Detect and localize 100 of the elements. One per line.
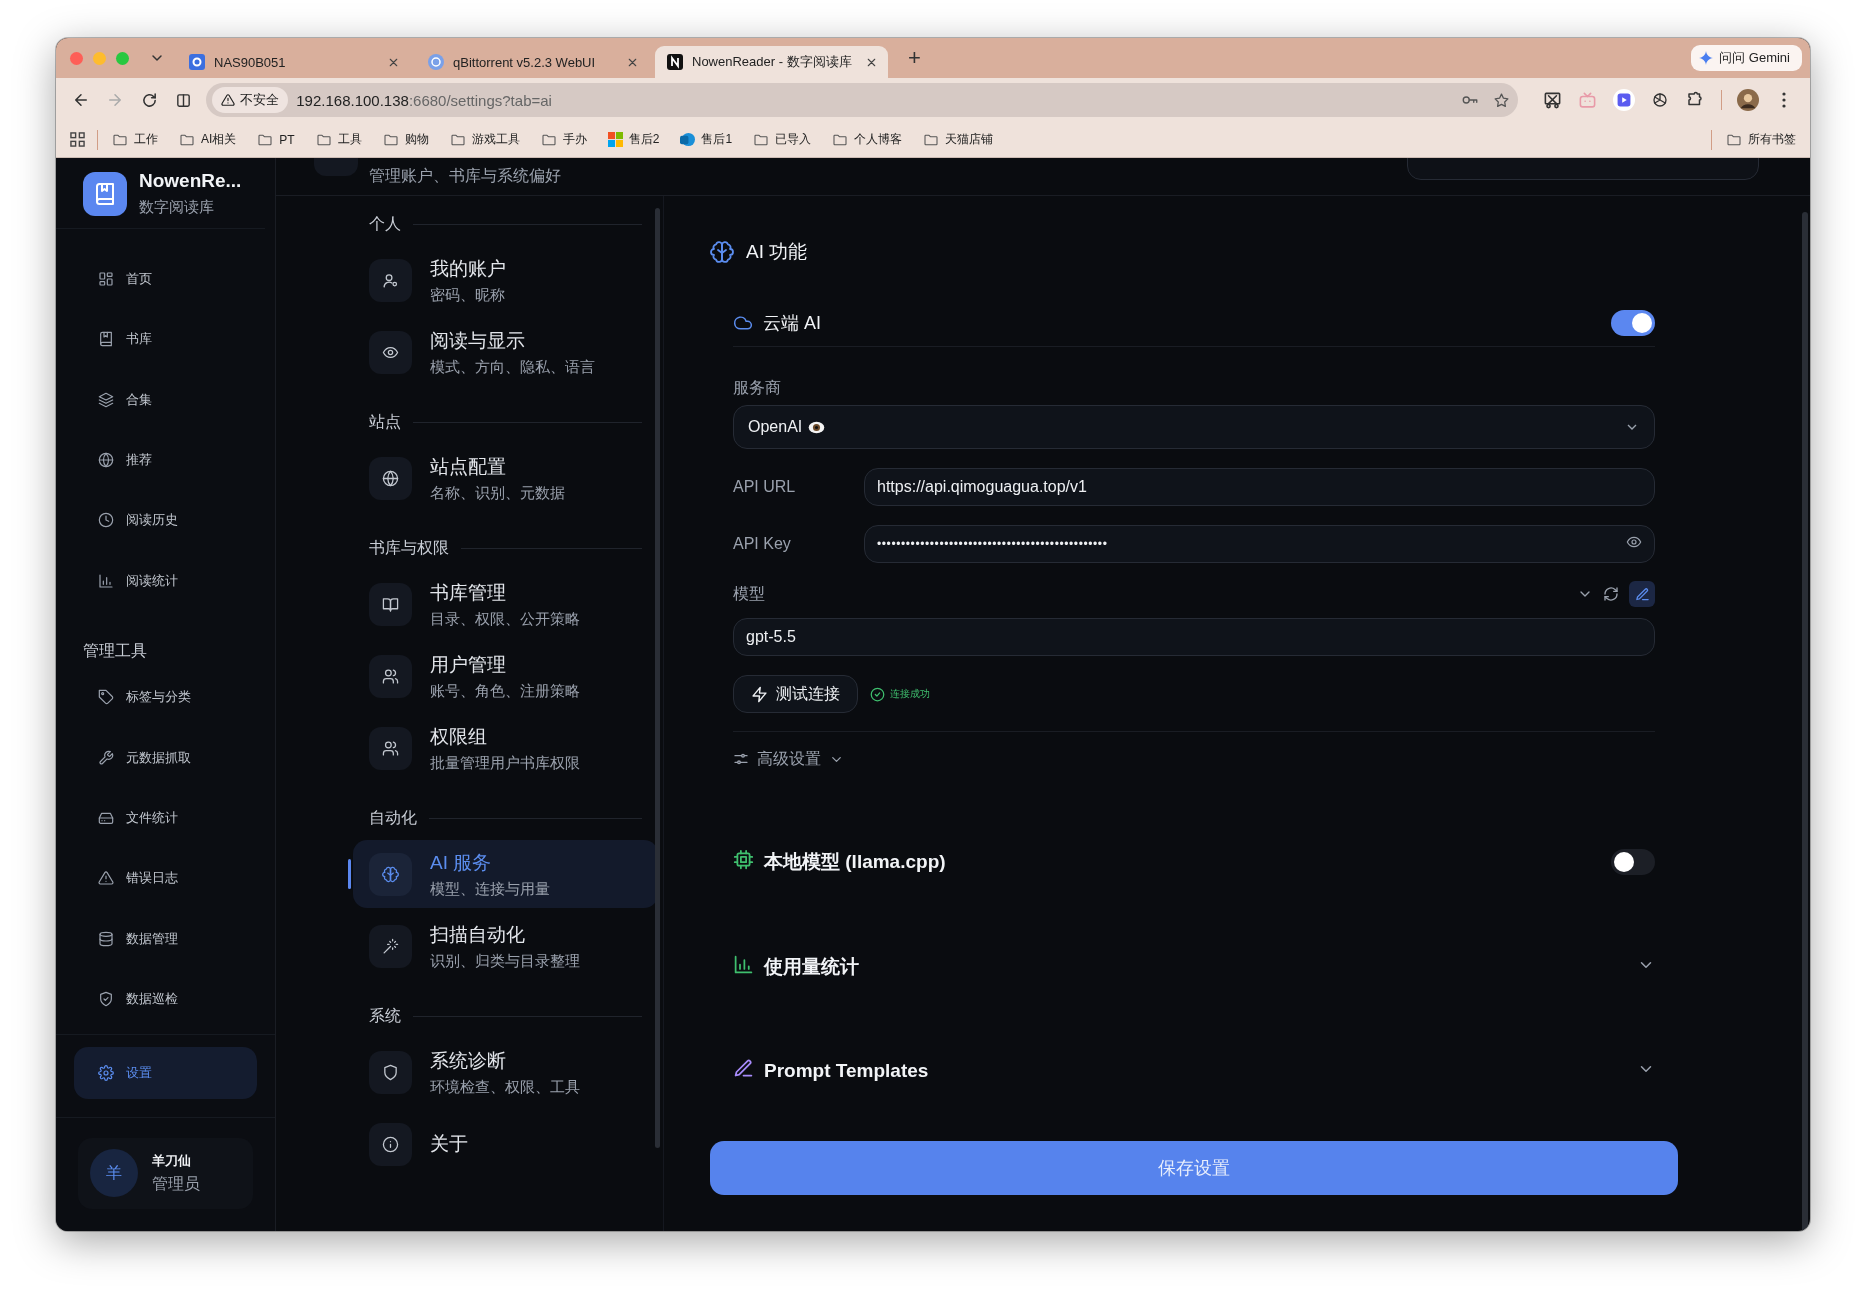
item-subtitle: 账号、角色、注册策略 [430, 681, 580, 701]
app-icon [667, 54, 683, 70]
browser-tab[interactable]: qBittorrent v5.2.3 WebUI [416, 46, 649, 78]
shield-icon [382, 1063, 399, 1081]
provider-select[interactable]: OpenAI [733, 405, 1655, 449]
grid-icon [98, 270, 114, 287]
nav-item[interactable]: 元数据抓取 [74, 731, 257, 784]
input-field[interactable]: https://api.qimoguagua.top/v1 [864, 468, 1655, 506]
settings-nav-item[interactable]: 阅读与显示 模式、方向、隐私、语言 [353, 318, 658, 386]
globe-icon [98, 452, 114, 469]
reload-icon[interactable] [140, 91, 158, 109]
nav-item[interactable]: 数据巡检 [74, 973, 257, 1026]
bar-chart-icon [733, 954, 754, 975]
scrollbar[interactable] [1802, 212, 1808, 1231]
toggle-switch[interactable] [1611, 849, 1655, 875]
address-bar[interactable]: 不安全 192.168.100.138:6680/settings?tab=ai [206, 83, 1519, 117]
bookmark-item[interactable]: 天猫店铺 [923, 131, 994, 148]
star-icon[interactable] [1493, 91, 1511, 109]
item-subtitle: 模式、方向、隐私、语言 [430, 357, 595, 377]
avatar-icon[interactable] [1737, 89, 1760, 111]
video-icon[interactable] [1612, 89, 1635, 111]
crop-icon[interactable] [1542, 90, 1562, 110]
item-title: 我的账户 [430, 256, 506, 281]
edit-button[interactable] [1629, 581, 1655, 607]
nav-item[interactable]: 标签与分类 [74, 671, 257, 724]
nav-item[interactable]: 阅读统计 [74, 554, 257, 607]
settings-nav-item[interactable]: 书库管理 目录、权限、公开策略 [353, 570, 658, 638]
bookmark-item[interactable]: 已导入 [753, 131, 812, 148]
item-subtitle: 名称、识别、元数据 [430, 483, 565, 503]
settings-nav-item[interactable]: 系统诊断 环境检查、权限、工具 [353, 1038, 658, 1106]
apps-icon[interactable] [70, 132, 85, 147]
test-button[interactable]: 测试连接 [733, 675, 858, 713]
users-icon [382, 667, 399, 685]
masked-text: •••••••••••••••••••••••••••••••••••••••••••••••• [877, 537, 1108, 551]
avatar: 羊 [90, 1149, 138, 1198]
settings-nav-item[interactable]: 扫描自动化 识别、归类与目录整理 [353, 912, 658, 980]
url-text: 192.168.100.138:6680/settings?tab=ai [296, 91, 552, 109]
bookmark-item[interactable]: 工作 [112, 131, 158, 148]
item-subtitle: 目录、权限、公开策略 [430, 609, 580, 629]
item-subtitle: 识别、归类与目录整理 [430, 951, 580, 971]
nav-item[interactable]: 设置 [74, 1046, 257, 1099]
wrench-icon [98, 749, 114, 766]
bookmark-item[interactable]: 个人博客 [832, 131, 903, 148]
nav-item[interactable]: 首页 [74, 252, 257, 305]
knot-icon[interactable] [1650, 91, 1669, 109]
split-view-icon[interactable] [174, 91, 192, 109]
nav-item[interactable]: 阅读历史 [74, 494, 257, 547]
new-tab-button[interactable]: + [902, 45, 927, 71]
nav-item[interactable]: 书库 [74, 313, 257, 366]
eye-icon[interactable] [1626, 534, 1642, 550]
advanced-toggle[interactable]: 高级设置 [733, 749, 1655, 769]
browser-tab[interactable]: NowenReader - 数字阅读库 [655, 46, 888, 78]
group-heading: 自动化 [369, 807, 417, 828]
bookmark-item[interactable]: AI相关 [179, 131, 237, 148]
security-chip[interactable]: 不安全 [212, 87, 289, 113]
users-icon [382, 739, 399, 757]
item-title: 站点配置 [430, 454, 507, 479]
input-field[interactable]: gpt-5.5 [733, 618, 1655, 656]
nav-item[interactable]: 数据管理 [74, 912, 257, 965]
nav-item[interactable]: 推荐 [74, 434, 257, 487]
globe-icon [382, 469, 399, 487]
item-title: 扫描自动化 [430, 922, 526, 947]
nav-item[interactable]: 合集 [74, 373, 257, 426]
toggle-switch[interactable] [1611, 309, 1655, 336]
bookmark-item[interactable]: 购物 [382, 131, 429, 148]
scrollbar[interactable] [655, 208, 660, 1148]
warning-icon [98, 870, 114, 887]
bookmark-item[interactable]: 工具 [315, 131, 362, 148]
bookmark-item[interactable]: 手办 [540, 131, 587, 148]
bookmark-item[interactable]: 游戏工具 [449, 131, 520, 148]
menu-icon[interactable] [1782, 92, 1786, 108]
settings-nav-item[interactable]: 站点配置 名称、识别、元数据 [353, 444, 658, 512]
section-title: 云端 AI [763, 311, 821, 335]
shield-icon [98, 991, 114, 1008]
settings-nav-item[interactable]: 权限组 批量管理用户书库权限 [353, 714, 658, 782]
item-title: AI 服务 [430, 850, 493, 875]
user-icon [382, 271, 399, 289]
browser-tab[interactable]: NAS90B051 [177, 46, 410, 78]
settings-nav-item[interactable]: 用户管理 账号、角色、注册策略 [353, 642, 658, 710]
drive-icon [98, 810, 114, 827]
bookmark-item[interactable]: 售后2 [607, 131, 660, 148]
bookmark-item[interactable]: 所有书签 [1726, 131, 1796, 148]
user-card[interactable]: 羊 羊刀仙 管理员 [78, 1137, 253, 1209]
item-subtitle: 模型、连接与用量 [430, 879, 550, 899]
app-subtitle: 数字阅读库 [139, 198, 215, 218]
settings-nav-item[interactable]: 关于 [353, 1110, 658, 1178]
book-icon [98, 331, 114, 348]
pen-icon [1634, 586, 1650, 602]
field-label: API Key [733, 535, 792, 553]
gemini-button[interactable]: 问问 Gemini [1691, 45, 1802, 71]
settings-nav-item[interactable]: 我的账户 密码、昵称 [353, 246, 658, 314]
bookmark-item[interactable]: PT [257, 131, 295, 148]
item-title: 阅读与显示 [430, 328, 526, 353]
refresh-icon[interactable] [1603, 586, 1619, 602]
bookmark-item[interactable]: 售后1 [680, 131, 733, 148]
group-heading: 个人 [369, 213, 401, 234]
nav-item[interactable]: 错误日志 [74, 852, 257, 905]
active-indicator [348, 859, 351, 889]
password-field[interactable]: •••••••••••••••••••••••••••••••••••••••••••••••• [864, 525, 1655, 563]
nav-item[interactable]: 文件统计 [74, 792, 257, 845]
